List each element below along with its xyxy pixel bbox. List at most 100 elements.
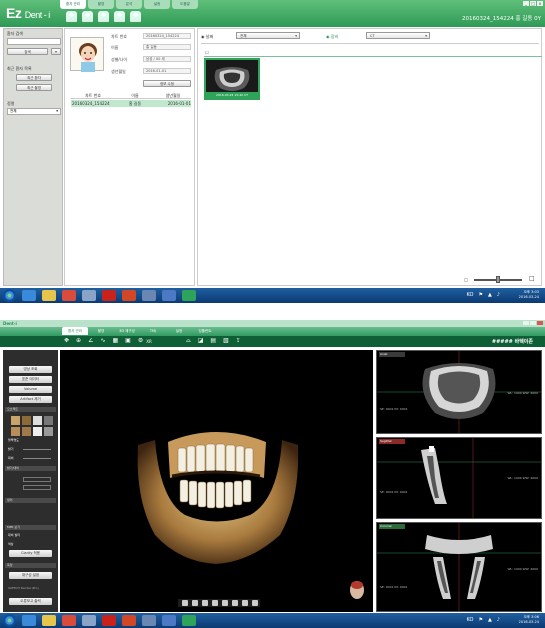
tab-help[interactable]: 도움말: [172, 0, 198, 9]
tab-tmj[interactable]: TMJ: [140, 327, 166, 335]
preset-soft-icon[interactable]: [22, 416, 31, 425]
ie-icon[interactable]: [22, 615, 36, 626]
tab-3d[interactable]: 3D 재구성: [114, 327, 140, 335]
date-radio[interactable]: ◉ 날짜: [201, 34, 213, 39]
axial-view[interactable]: Axial SE: 0001 IM: 0001 WL: 1000 WW: 400…: [376, 350, 542, 434]
import-icon[interactable]: [114, 11, 125, 22]
chrome-icon[interactable]: [62, 615, 76, 626]
field-value-sex-age[interactable]: 남성 / 00 세: [143, 56, 191, 62]
ezdent-icon[interactable]: [182, 290, 196, 301]
explorer-icon[interactable]: [82, 615, 96, 626]
preset-bone-icon[interactable]: [11, 416, 20, 425]
chrome-icon[interactable]: [62, 290, 76, 301]
tab-implant[interactable]: 임플란트: [192, 327, 218, 335]
standard-data-button[interactable]: 표준 데이터: [9, 376, 52, 383]
ezdent-icon[interactable]: [182, 615, 196, 626]
close-icon[interactable]: [537, 321, 543, 325]
maximize-icon[interactable]: □: [530, 1, 536, 6]
preset-gray-icon[interactable]: [44, 416, 53, 425]
field-value-birth[interactable]: 2016-01-01: [143, 68, 191, 74]
window-icon[interactable]: [142, 290, 156, 301]
pan-icon[interactable]: ✥: [64, 338, 69, 345]
edit-patient-icon[interactable]: [82, 11, 93, 22]
device-radio[interactable]: ◉ 장비: [326, 34, 338, 39]
minimize-icon[interactable]: [523, 321, 529, 325]
search-button[interactable]: 검색: [7, 48, 48, 55]
angle-icon[interactable]: ∠: [88, 338, 93, 345]
group-checkbox[interactable]: ☐: [205, 50, 209, 55]
start-button-icon[interactable]: [3, 289, 16, 302]
window-icon[interactable]: [142, 615, 156, 626]
volume-view-icon[interactable]: ▤: [210, 338, 216, 343]
tab-capture[interactable]: 촬영: [88, 327, 114, 335]
zoom-icon[interactable]: ⊕: [76, 338, 81, 345]
tab-patient[interactable]: 환자 관리: [62, 327, 88, 335]
minimize-icon[interactable]: _: [523, 1, 529, 6]
view-front-icon[interactable]: [182, 600, 188, 606]
sort-select[interactable]: 전체 ▾: [7, 108, 61, 115]
view-back-icon[interactable]: [192, 600, 198, 606]
delete-patient-icon[interactable]: [98, 11, 109, 22]
transfer-icon[interactable]: [130, 11, 141, 22]
search-options-button[interactable]: ▾: [51, 48, 61, 55]
zoom-large-icon[interactable]: □: [529, 276, 535, 281]
volume-icon[interactable]: ♪: [497, 292, 500, 298]
folder-icon[interactable]: [42, 290, 56, 301]
new-patient-icon[interactable]: [66, 11, 77, 22]
clarity-button[interactable]: Clarity 적용: [9, 550, 52, 557]
contrast-slider[interactable]: [23, 458, 51, 459]
slider-knob[interactable]: [496, 276, 500, 283]
lang-indicator[interactable]: KO: [467, 617, 474, 623]
ceph-icon[interactable]: ◪: [198, 338, 204, 343]
office-icon[interactable]: [122, 615, 136, 626]
field-value-chart[interactable]: 20160324_154224: [143, 33, 191, 39]
flag-icon[interactable]: ⚑: [478, 292, 482, 298]
tab-settings[interactable]: 설정: [166, 327, 192, 335]
view-reset-icon[interactable]: [242, 600, 248, 606]
device-select[interactable]: CT ▾: [366, 32, 430, 39]
reconstruct-settings-button[interactable]: 재구성 설정: [9, 572, 52, 579]
preset-tooth-icon[interactable]: [11, 427, 20, 436]
col-name[interactable]: 이름: [115, 93, 155, 98]
explorer-icon[interactable]: [82, 290, 96, 301]
flag-icon[interactable]: ⚑: [478, 617, 482, 623]
office-icon[interactable]: [122, 290, 136, 301]
capture-icon[interactable]: ▧: [223, 338, 229, 343]
volume-icon[interactable]: ♪: [497, 617, 500, 623]
maximize-icon[interactable]: [530, 321, 536, 325]
view-right-icon[interactable]: [212, 600, 218, 606]
ct-thumbnail[interactable]: 2016-03-24 15:42 CT: [204, 58, 260, 100]
ie-icon[interactable]: [22, 290, 36, 301]
artifact-button[interactable]: Artifact 제거: [9, 396, 52, 403]
pdf-icon[interactable]: [102, 615, 116, 626]
volume-render-view[interactable]: [60, 350, 373, 612]
lang-indicator[interactable]: KO: [467, 292, 474, 298]
clock[interactable]: 오후 3:06 2016-03-24: [519, 615, 539, 625]
recent-patient-button[interactable]: 최근 환자: [16, 74, 52, 81]
volume-button[interactable]: Volume: [9, 386, 52, 393]
tab-patient[interactable]: 환자 관리: [60, 0, 86, 9]
panorama-icon[interactable]: ⌓: [186, 338, 191, 343]
date-select[interactable]: 전체 ▾: [236, 32, 300, 39]
settings-icon[interactable]: ⚙: [138, 338, 143, 345]
close-icon[interactable]: x: [537, 1, 543, 6]
edit-info-button[interactable]: 정보 수정: [143, 80, 191, 87]
doc-icon[interactable]: [162, 290, 176, 301]
col-birth[interactable]: 생년월일: [155, 93, 191, 98]
table-row[interactable]: 20160324_154224 홍 길동 2016-01-01: [71, 100, 191, 107]
export-icon[interactable]: ⇪: [236, 338, 241, 343]
search-input[interactable]: [7, 38, 61, 45]
folder-icon[interactable]: [42, 615, 56, 626]
network-icon[interactable]: ▲: [488, 617, 492, 623]
image-lookup-button[interactable]: 영상 조회: [9, 366, 52, 373]
view-bottom-icon[interactable]: [232, 600, 238, 606]
start-button-icon[interactable]: [3, 614, 16, 627]
report-print-button[interactable]: 오류보고 출력: [9, 598, 52, 605]
recent-capture-button[interactable]: 최근 촬영: [16, 84, 52, 91]
tab-analysis[interactable]: 분석: [116, 0, 142, 9]
tab-capture[interactable]: 촬영: [88, 0, 114, 9]
view-left-icon[interactable]: [202, 600, 208, 606]
preset-skin-icon[interactable]: [22, 427, 31, 436]
curve-icon[interactable]: ∿: [100, 338, 105, 345]
doc-icon[interactable]: [162, 615, 176, 626]
